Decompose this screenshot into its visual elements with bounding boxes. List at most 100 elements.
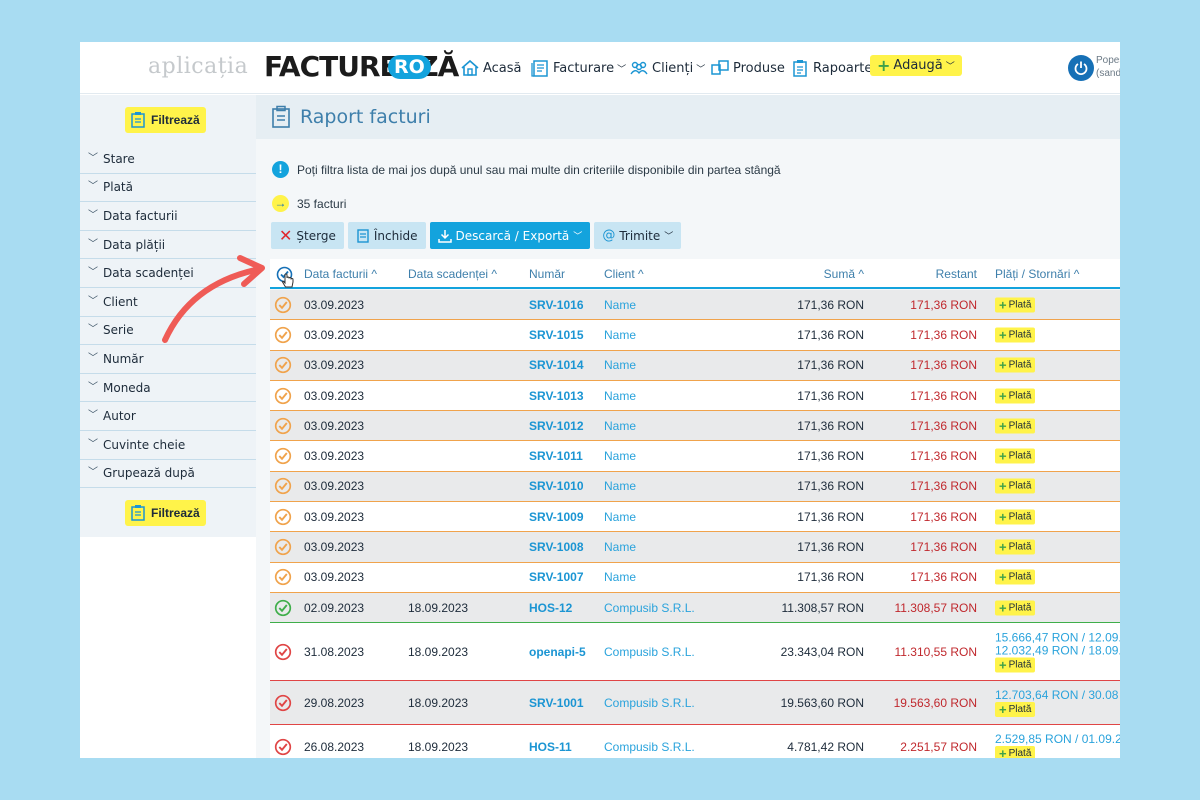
column-header-payments[interactable]: Plăți / Stornări ^ — [995, 267, 1079, 281]
column-header-number[interactable]: Număr — [529, 267, 565, 281]
invoice-number-link[interactable]: SRV-1007 — [529, 570, 584, 584]
nav-products[interactable]: Produse — [710, 58, 785, 78]
status-check-icon[interactable] — [274, 694, 292, 712]
add-payment-button[interactable]: + Plată — [995, 388, 1036, 404]
filter-item-payment[interactable]: ﹀ Plată — [80, 174, 256, 203]
filter-item-currency[interactable]: ﹀ Moneda — [80, 374, 256, 403]
client-link[interactable]: Compusib S.R.L. — [604, 740, 695, 754]
column-header-due-date[interactable]: Data scadenței ^ — [408, 267, 497, 281]
client-link[interactable]: Compusib S.R.L. — [604, 696, 695, 710]
add-button[interactable]: + Adaugă ﹀ — [870, 55, 962, 76]
column-header-client[interactable]: Client ^ — [604, 267, 644, 281]
status-check-icon[interactable] — [274, 508, 292, 526]
table-row[interactable]: 29.08.2023 18.09.2023 SRV-1001 Compusib S.R… — [270, 681, 1120, 726]
client-link[interactable]: Name — [604, 540, 636, 554]
status-check-icon[interactable] — [274, 738, 292, 756]
table-row[interactable]: 03.09.2023 SRV-1012 Name 171,36 RON 171,36 R… — [270, 411, 1120, 442]
table-row[interactable]: 26.08.2023 18.09.2023 HOS-11 Compusib S.R.L… — [270, 725, 1120, 758]
filter-item-series[interactable]: ﹀ Serie — [80, 317, 256, 346]
filter-item-client[interactable]: ﹀ Client — [80, 288, 256, 317]
delete-button[interactable]: ✕ Șterge — [271, 222, 344, 249]
add-payment-button[interactable]: + Plată — [995, 509, 1036, 525]
client-link[interactable]: Compusib S.R.L. — [604, 645, 695, 659]
invoice-number-link[interactable]: SRV-1016 — [529, 298, 584, 312]
nav-reports[interactable]: Rapoarte — [790, 58, 872, 78]
client-link[interactable]: Name — [604, 570, 636, 584]
invoice-number-link[interactable]: SRV-1011 — [529, 449, 583, 463]
invoice-number-link[interactable]: HOS-12 — [529, 601, 572, 615]
status-check-icon[interactable] — [274, 568, 292, 586]
close-invoices-button[interactable]: Închide — [347, 222, 426, 249]
user-name[interactable]: Popes (sand — [1096, 54, 1120, 80]
add-payment-button[interactable]: + Plată — [995, 600, 1036, 616]
status-check-icon[interactable] — [274, 387, 292, 405]
filter-item-due-date[interactable]: ﹀ Data scadenței — [80, 259, 256, 288]
status-check-icon[interactable] — [274, 447, 292, 465]
invoice-number-link[interactable]: SRV-1015 — [529, 328, 584, 342]
send-button[interactable]: @ Trimite ﹀ — [594, 222, 682, 249]
invoice-number-link[interactable]: HOS-11 — [529, 740, 572, 754]
client-link[interactable]: Name — [604, 479, 636, 493]
client-link[interactable]: Name — [604, 449, 636, 463]
column-header-invoice-date[interactable]: Data facturii ^ — [304, 267, 377, 281]
filter-item-author[interactable]: ﹀ Autor — [80, 402, 256, 431]
client-link[interactable]: Name — [604, 298, 636, 312]
table-row[interactable]: 03.09.2023 SRV-1013 Name 171,36 RON 171,36 R… — [270, 380, 1120, 412]
client-link[interactable]: Name — [604, 328, 636, 342]
status-check-icon[interactable] — [274, 477, 292, 495]
client-link[interactable]: Compusib S.R.L. — [604, 601, 695, 615]
filter-item-group-by[interactable]: ﹀ Grupează după — [80, 460, 256, 489]
table-row[interactable]: 03.09.2023 SRV-1009 Name 171,36 RON 171,36 R… — [270, 502, 1120, 533]
invoice-number-link[interactable]: SRV-1001 — [529, 696, 584, 710]
nav-clients[interactable]: Clienți ﹀ — [629, 58, 705, 78]
column-header-rest[interactable]: Restant — [936, 267, 977, 281]
add-payment-button[interactable]: + Plată — [995, 297, 1036, 313]
export-button[interactable]: Descarcă / Exportă ﹀ — [429, 222, 591, 249]
table-row[interactable]: 03.09.2023 SRV-1015 Name 171,36 RON 171,36 R… — [270, 320, 1120, 351]
invoice-number-link[interactable]: SRV-1013 — [529, 389, 584, 403]
payment-entry[interactable]: 2.529,85 RON / 01.09.2 — [995, 732, 1120, 746]
add-payment-button[interactable]: + Plată — [995, 569, 1036, 585]
filter-item-status[interactable]: ﹀ Stare — [80, 145, 256, 174]
payment-entry[interactable]: 12.032,49 RON / 18.09. — [995, 644, 1120, 657]
invoice-number-link[interactable]: SRV-1008 — [529, 540, 584, 554]
invoice-number-link[interactable]: SRV-1012 — [529, 419, 584, 433]
user-avatar[interactable] — [1068, 55, 1094, 81]
table-row[interactable]: 03.09.2023 SRV-1007 Name 171,36 RON 171,36 R… — [270, 562, 1120, 593]
status-check-icon[interactable] — [274, 538, 292, 556]
filter-item-invoice-date[interactable]: ﹀ Data facturii — [80, 202, 256, 231]
client-link[interactable]: Name — [604, 389, 636, 403]
nav-invoicing[interactable]: Facturare ﹀ — [530, 58, 626, 78]
client-link[interactable]: Name — [604, 510, 636, 524]
table-row[interactable]: 31.08.2023 18.09.2023 openapi-5 Compusib S.… — [270, 623, 1120, 682]
add-payment-button[interactable]: + Plată — [995, 745, 1036, 758]
add-payment-button[interactable]: + Plată — [995, 357, 1036, 373]
nav-home[interactable]: Acasă — [460, 58, 522, 78]
status-check-icon[interactable] — [274, 356, 292, 374]
payment-entry[interactable]: 12.703,64 RON / 30.08 — [995, 688, 1118, 702]
add-payment-button[interactable]: + Plată — [995, 539, 1036, 555]
status-check-icon[interactable] — [274, 643, 292, 661]
filter-button-bottom[interactable]: Filtrează — [125, 500, 206, 526]
table-row[interactable]: 03.09.2023 SRV-1016 Name 171,36 RON 171,36 R… — [270, 290, 1120, 321]
add-payment-button[interactable]: + Plată — [995, 478, 1036, 494]
client-link[interactable]: Name — [604, 419, 636, 433]
table-row[interactable]: 03.09.2023 SRV-1011 Name 171,36 RON 171,36 R… — [270, 441, 1120, 472]
status-check-icon[interactable] — [274, 417, 292, 435]
status-check-icon[interactable] — [274, 326, 292, 344]
invoice-number-link[interactable]: SRV-1014 — [529, 358, 584, 372]
status-check-icon[interactable] — [274, 599, 292, 617]
column-header-sum[interactable]: Sumă ^ — [824, 267, 864, 281]
table-row[interactable]: 02.09.2023 18.09.2023 HOS-12 Compusib S.R.L… — [270, 592, 1120, 624]
filter-item-keywords[interactable]: ﹀ Cuvinte cheie — [80, 431, 256, 460]
table-row[interactable]: 03.09.2023 SRV-1014 Name 171,36 RON 171,36 R… — [270, 350, 1120, 381]
add-payment-button[interactable]: + Plată — [995, 657, 1036, 673]
client-link[interactable]: Name — [604, 358, 636, 372]
invoice-number-link[interactable]: SRV-1010 — [529, 479, 584, 493]
invoice-number-link[interactable]: SRV-1009 — [529, 510, 584, 524]
table-row[interactable]: 03.09.2023 SRV-1010 Name 171,36 RON 171,36 R… — [270, 471, 1120, 503]
status-check-icon[interactable] — [274, 296, 292, 314]
invoice-number-link[interactable]: openapi-5 — [529, 645, 586, 659]
filter-item-number[interactable]: ﹀ Număr — [80, 345, 256, 374]
add-payment-button[interactable]: + Plată — [995, 701, 1036, 717]
